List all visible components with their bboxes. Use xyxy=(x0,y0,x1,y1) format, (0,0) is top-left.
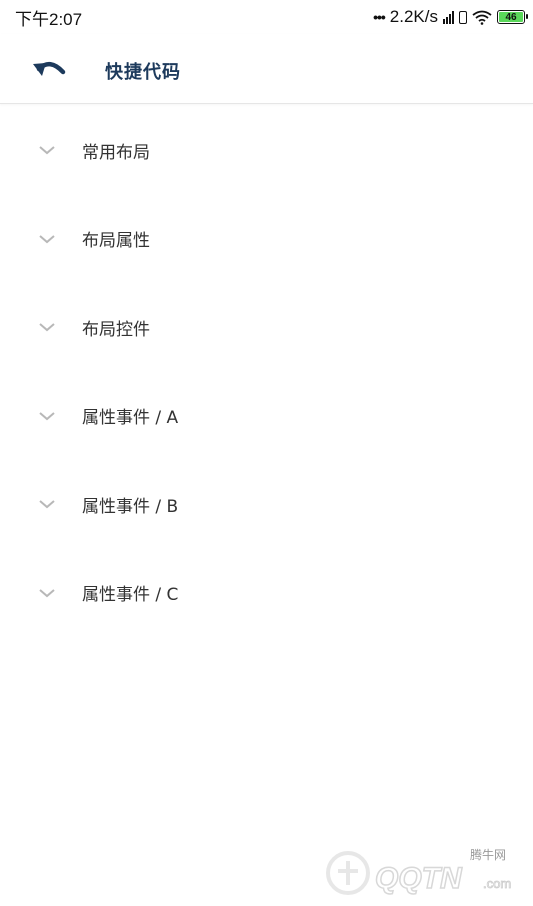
chevron-down-icon xyxy=(39,411,55,421)
watermark-cn-text: 腾牛网 xyxy=(470,847,506,862)
list-item-label: 常用布局 xyxy=(82,142,150,163)
list-item-label: 布局控件 xyxy=(82,319,150,340)
network-speed: 2.2K/s xyxy=(389,7,438,26)
battery-icon: 46 xyxy=(497,10,528,24)
sim-card-icon xyxy=(459,10,467,24)
chevron-down-icon xyxy=(39,588,55,598)
list-item[interactable]: 属性事件 / A xyxy=(0,372,533,461)
list-item[interactable]: 布局属性 xyxy=(0,195,533,284)
wifi-icon xyxy=(472,10,492,25)
chevron-down-icon xyxy=(39,500,55,509)
snippet-category-list: 常用布局 布局属性 布局控件 属性事件 / A 属性事件 / B 属性事件 / … xyxy=(0,106,533,637)
chevron-down-icon xyxy=(39,323,55,332)
list-item-label: 属性事件 / C xyxy=(82,585,179,606)
page-title: 快捷代码 xyxy=(105,62,181,83)
list-item-label: 布局属性 xyxy=(82,231,150,252)
list-item[interactable]: 属性事件 / B xyxy=(0,460,533,549)
list-item-label: 属性事件 / B xyxy=(82,496,179,517)
list-item[interactable]: 常用布局 xyxy=(0,106,533,195)
status-indicators: ••• 2.2K/s 46 xyxy=(373,7,528,27)
qqtn-watermark-logo: 腾牛网 QQTN .com xyxy=(326,847,512,896)
watermark-suffix: .com xyxy=(483,876,511,891)
status-time: 下午2:07 xyxy=(15,9,83,29)
battery-level: 46 xyxy=(505,11,517,23)
list-item[interactable]: 属性事件 / C xyxy=(0,549,533,638)
chevron-down-icon xyxy=(39,146,55,155)
status-bar: 下午2:07 ••• 2.2K/s 46 xyxy=(0,0,533,34)
watermark-en-text: QQTN xyxy=(375,862,463,895)
list-item-label: 属性事件 / A xyxy=(82,408,179,429)
app-bar: 快捷代码 xyxy=(0,34,533,104)
signal-icon xyxy=(443,10,454,24)
list-item[interactable]: 布局控件 xyxy=(0,283,533,372)
back-button[interactable] xyxy=(30,54,74,84)
undo-arrow-icon xyxy=(33,62,66,76)
more-notifications-icon: ••• xyxy=(373,9,386,25)
chevron-down-icon xyxy=(39,234,55,244)
